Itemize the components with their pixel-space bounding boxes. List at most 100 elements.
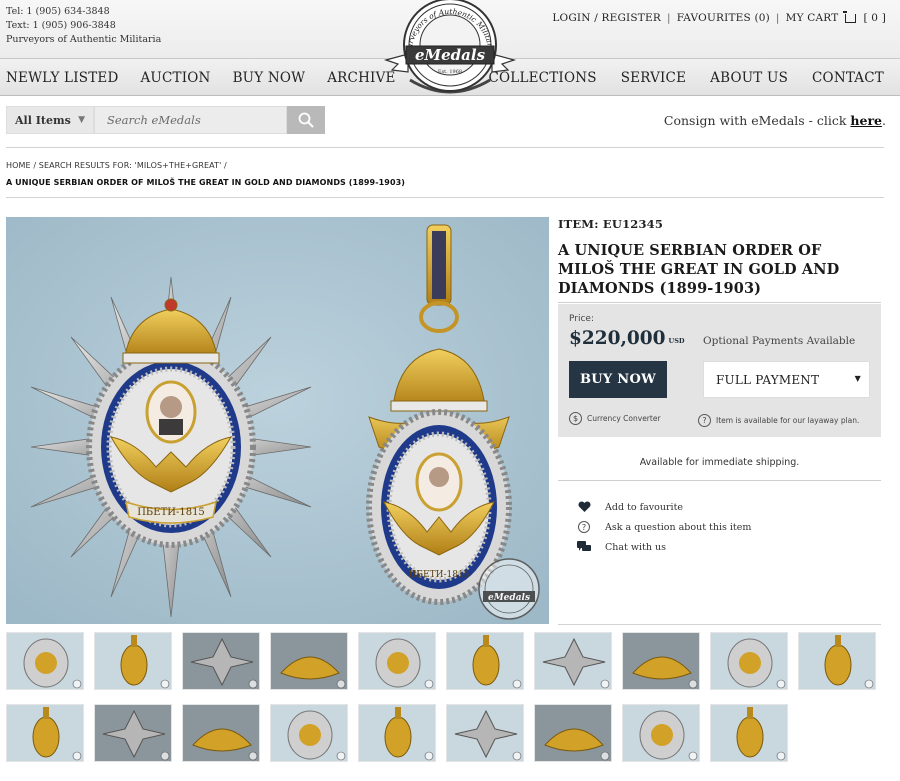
shipping-status: Available for immediate shipping.	[639, 457, 800, 468]
payment-option-select[interactable]: FULL PAYMENT ▼	[703, 361, 870, 398]
thumbnail-gallery	[6, 632, 886, 776]
thumbnail-image[interactable]	[446, 632, 524, 690]
layaway-info[interactable]: ? Item is available for our layaway plan…	[698, 414, 859, 427]
logo-established: Est. 1968	[438, 69, 462, 75]
nav-service[interactable]: SERVICE	[621, 70, 686, 86]
text-number[interactable]: Text: 1 (905) 906-3848	[6, 19, 161, 33]
price-label: Price:	[569, 314, 594, 324]
search-icon	[298, 112, 314, 128]
thumbnail-image[interactable]	[710, 632, 788, 690]
thumbnail-image[interactable]	[710, 704, 788, 762]
divider	[6, 197, 884, 198]
breadcrumb-home[interactable]: HOME	[6, 161, 31, 170]
favourites-link[interactable]: FAVOURITES (0)	[677, 12, 770, 24]
thumbnail-image[interactable]	[358, 632, 436, 690]
thumbnail-image[interactable]	[6, 704, 84, 762]
main-product-image[interactable]: ПБЕТИ-1815 ПБЕТИ-1815 eMedals	[6, 217, 549, 624]
cart-count[interactable]: [ 0 ]	[863, 12, 886, 24]
nav-contact[interactable]: CONTACT	[812, 70, 884, 86]
consign-label: Consign with eMedals - click	[663, 113, 847, 128]
thumbnail-image[interactable]	[534, 632, 612, 690]
emedals-logo[interactable]: Purveyors of Authentic Militaria eMedals…	[380, 0, 520, 104]
watermark-icon	[336, 679, 346, 689]
watermark-icon	[248, 751, 258, 761]
consign-here-link[interactable]: here	[850, 113, 882, 128]
search-bar: All Items ▼ Consign with eMedals - click…	[6, 106, 886, 134]
separator: |	[775, 12, 780, 24]
chat-label: Chat with us	[605, 541, 667, 553]
currency-converter-link[interactable]: $ Currency Converter	[569, 412, 661, 425]
price-currency: USD	[668, 337, 685, 345]
watermark-icon	[424, 751, 434, 761]
watermark-icon	[864, 679, 874, 689]
chat-link[interactable]: Chat with us	[577, 537, 751, 557]
search-scope-value: All Items	[15, 114, 71, 127]
thumbnail-image[interactable]	[358, 704, 436, 762]
thumbnail-image[interactable]	[94, 704, 172, 762]
thumbnail-image[interactable]	[270, 632, 348, 690]
price-value: $220,000 USD	[569, 328, 685, 349]
nav-auction[interactable]: AUCTION	[140, 70, 210, 86]
price-amount: $220,000	[569, 328, 666, 349]
watermark-logo: eMedals	[478, 558, 540, 620]
search-button[interactable]	[287, 106, 325, 134]
chevron-down-icon: ▼	[854, 374, 861, 383]
currency-converter-label: Currency Converter	[587, 414, 661, 423]
user-links: LOGIN / REGISTER | FAVOURITES (0) | MY C…	[552, 10, 886, 24]
breadcrumb-search[interactable]: SEARCH RESULTS FOR: 'MILOS+THE+GREAT'	[39, 161, 222, 170]
buy-now-button[interactable]: BUY NOW	[569, 361, 667, 398]
watermark-icon	[600, 679, 610, 689]
watermark-icon	[72, 679, 82, 689]
nav-newly-listed[interactable]: NEWLY LISTED	[6, 70, 118, 86]
thumbnail-image[interactable]	[534, 704, 612, 762]
thumbnail-image[interactable]	[798, 632, 876, 690]
watermark-icon	[72, 751, 82, 761]
add-to-favourite-link[interactable]: Add to favourite	[577, 497, 751, 517]
separator: |	[666, 12, 671, 24]
my-cart-link[interactable]: MY CART	[786, 12, 839, 24]
thumbnail-image[interactable]	[270, 704, 348, 762]
watermark-icon	[160, 679, 170, 689]
divider	[6, 147, 884, 148]
consign-end: .	[882, 113, 886, 128]
divider	[558, 302, 881, 303]
login-register-link[interactable]: LOGIN / REGISTER	[552, 12, 661, 24]
question-icon: ?	[577, 521, 591, 533]
thumbnail-image[interactable]	[622, 632, 700, 690]
heart-icon	[577, 501, 591, 513]
star-inscription: ПБЕТИ-1815	[137, 507, 205, 518]
thumbnail-image[interactable]	[6, 632, 84, 690]
payment-option-value: FULL PAYMENT	[716, 373, 820, 387]
thumbnail-row	[6, 632, 886, 690]
contact-info: Tel: 1 (905) 634-3848 Text: 1 (905) 906-…	[6, 5, 161, 47]
add-to-favourite-label: Add to favourite	[605, 501, 684, 513]
search-scope-select[interactable]: All Items ▼	[6, 106, 94, 134]
watermark-icon	[336, 751, 346, 761]
nav-about-us[interactable]: ABOUT US	[710, 70, 788, 86]
purchase-box: Price: $220,000 USD Optional Payments Ava…	[558, 304, 881, 437]
watermark-icon	[776, 751, 786, 761]
cart-icon[interactable]	[843, 10, 857, 23]
search-input[interactable]	[94, 106, 287, 134]
divider	[558, 480, 881, 481]
thumbnail-image[interactable]	[94, 632, 172, 690]
question-icon: ?	[698, 414, 711, 427]
chat-icon	[577, 541, 591, 553]
phone-number[interactable]: Tel: 1 (905) 634-3848	[6, 5, 161, 19]
nav-left-group: NEWLY LISTED AUCTION BUY NOW ARCHIVE	[6, 59, 396, 96]
watermark-icon	[688, 679, 698, 689]
thumbnail-image[interactable]	[182, 704, 260, 762]
breadcrumb: HOME / SEARCH RESULTS FOR: 'MILOS+THE+GR…	[6, 157, 405, 191]
dollar-icon: $	[569, 412, 582, 425]
thumbnail-image[interactable]	[182, 632, 260, 690]
optional-payments-label: Optional Payments Available	[703, 335, 856, 347]
divider	[558, 624, 881, 625]
watermark-icon	[248, 679, 258, 689]
consign-text: Consign with eMedals - click here.	[664, 113, 886, 128]
nav-buy-now[interactable]: BUY NOW	[233, 70, 306, 86]
thumbnail-image[interactable]	[622, 704, 700, 762]
thumbnail-image[interactable]	[446, 704, 524, 762]
ask-question-link[interactable]: ? Ask a question about this item	[577, 517, 751, 537]
product-info-panel: ITEM: EU12345 A UNIQUE SERBIAN ORDER OF …	[558, 217, 881, 553]
thumbnail-row	[6, 704, 886, 762]
